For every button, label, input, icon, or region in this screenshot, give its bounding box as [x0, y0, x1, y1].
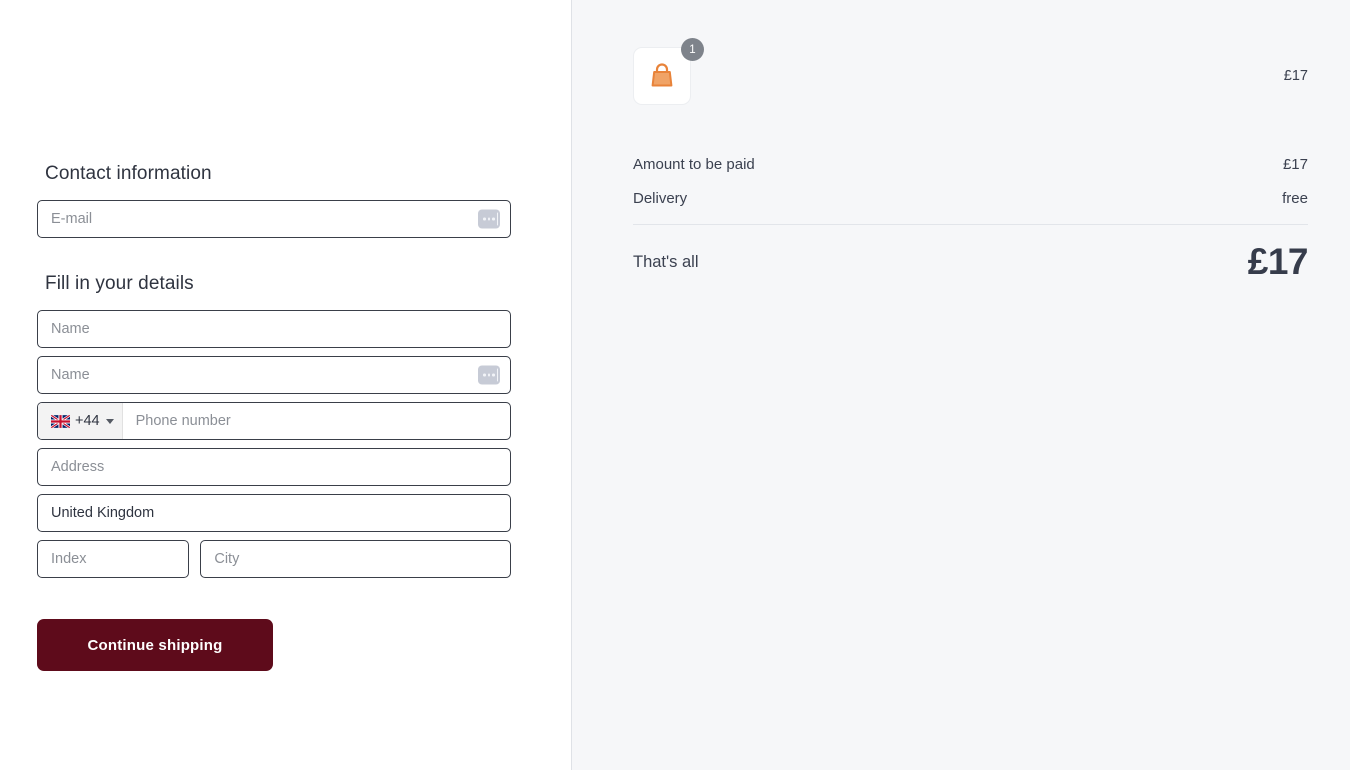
- amount-value: £17: [1282, 156, 1308, 173]
- total-label: That's all: [633, 252, 699, 271]
- autofill-dots-icon[interactable]: [478, 209, 500, 229]
- city-field[interactable]: City: [200, 540, 511, 578]
- city-placeholder-text: City: [214, 550, 240, 567]
- first-name-placeholder-text: Name: [51, 320, 90, 337]
- shopping-bag-icon: [651, 63, 673, 87]
- chevron-down-icon[interactable]: [105, 418, 114, 424]
- country-field[interactable]: United Kingdom: [37, 494, 511, 532]
- total-value: £17: [1247, 241, 1309, 282]
- order-summary: 1 £17 Amount to be paid £17 Delivery fre…: [633, 38, 1309, 286]
- fill-in-details-heading: Fill in your details: [45, 273, 194, 294]
- cart-item-thumbnail[interactable]: 1: [633, 38, 704, 105]
- address-placeholder-text: Address: [51, 458, 105, 475]
- phone-field[interactable]: +44 Phone number: [37, 402, 511, 440]
- email-placeholder-text: E-mail: [51, 210, 93, 227]
- order-summary-panel: 1 £17 Amount to be paid £17 Delivery fre…: [571, 0, 1350, 770]
- phone-country-selector[interactable]: +44: [38, 403, 123, 439]
- delivery-label: Delivery: [633, 190, 688, 207]
- summary-rows: Amount to be paid £17 Delivery free That…: [633, 156, 1309, 286]
- index-placeholder-text: Index: [51, 550, 87, 567]
- contact-information-heading: Contact information: [45, 163, 212, 184]
- checkout-form: Contact information E-mail Fill in your …: [37, 163, 511, 671]
- summary-row-amount: Amount to be paid £17: [633, 156, 1308, 173]
- summary-divider: [633, 224, 1308, 225]
- checkout-page: Contact information E-mail Fill in your …: [0, 0, 1350, 772]
- index-city-row: Index City: [37, 540, 511, 578]
- cart-item-price: £17: [1283, 68, 1308, 84]
- autofill-dots-icon[interactable]: [478, 365, 500, 385]
- summary-total-row: That's all £17: [633, 238, 1309, 286]
- cart-item-row: 1 £17: [633, 38, 1308, 114]
- delivery-value: free: [1282, 190, 1308, 207]
- checkout-form-panel: Contact information E-mail Fill in your …: [0, 0, 571, 772]
- continue-shipping-button[interactable]: Continue shipping: [37, 619, 273, 671]
- index-field[interactable]: Index: [37, 540, 190, 578]
- cart-quantity-badge: 1: [681, 38, 704, 61]
- uk-flag-icon: [51, 414, 70, 428]
- country-value-text: United Kingdom: [51, 504, 155, 521]
- address-field[interactable]: Address: [37, 448, 511, 486]
- last-name-placeholder-text: Name: [51, 366, 90, 383]
- phone-placeholder-text: Phone number: [135, 413, 231, 429]
- last-name-field[interactable]: Name: [37, 356, 511, 394]
- summary-row-delivery: Delivery free: [633, 190, 1308, 207]
- amount-label: Amount to be paid: [633, 156, 755, 173]
- email-field[interactable]: E-mail: [37, 200, 511, 238]
- first-name-field[interactable]: Name: [37, 310, 511, 348]
- phone-dial-code: +44: [75, 412, 100, 429]
